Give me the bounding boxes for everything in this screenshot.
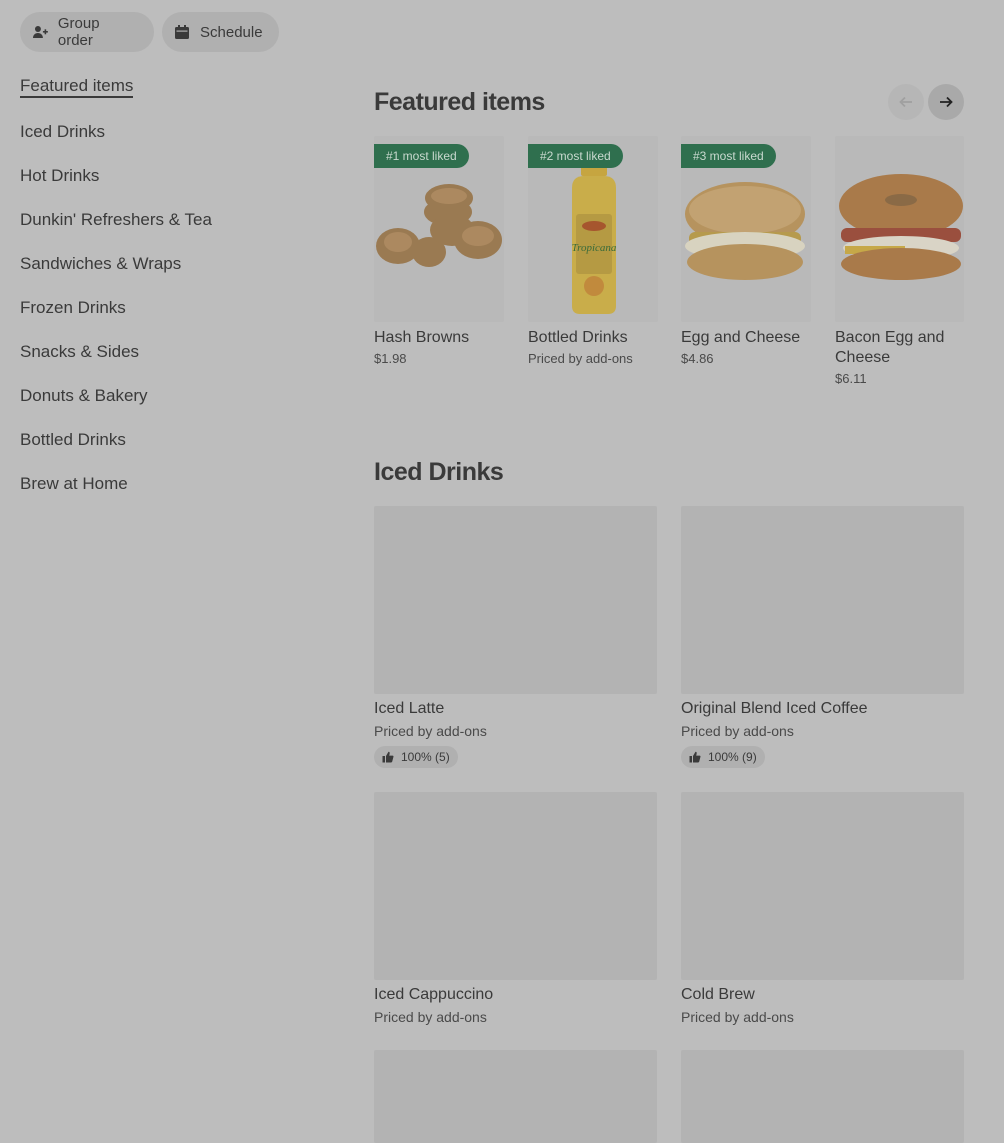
rating-text: 100% (9)	[708, 750, 757, 764]
sidebar-item-snacks-sides[interactable]: Snacks & Sides	[20, 338, 320, 382]
item-price: Priced by add-ons	[374, 1009, 487, 1025]
rating-text: 100% (5)	[401, 750, 450, 764]
item-price: Priced by add-ons	[681, 723, 794, 739]
menu-item-card[interactable]	[374, 1050, 657, 1143]
schedule-label: Schedule	[200, 23, 263, 41]
menu-item-card[interactable]	[681, 1050, 964, 1143]
sidebar-item-label: Donuts & Bakery	[20, 386, 148, 405]
sidebar-item-sandwiches-wraps[interactable]: Sandwiches & Wraps	[20, 250, 320, 294]
add-person-icon	[32, 26, 48, 38]
category-sidebar: Featured items Iced Drinks Hot Drinks Du…	[20, 72, 320, 514]
featured-item-card[interactable]: #3 most liked Egg and Cheese $4.86	[681, 136, 811, 368]
menu-item-card[interactable]: Cold Brew Priced by add-ons	[681, 792, 964, 1026]
arrow-left-icon	[899, 96, 912, 108]
sidebar-item-label: Iced Drinks	[20, 122, 106, 141]
item-price: $6.11	[835, 371, 867, 386]
item-price: $4.86	[681, 351, 714, 366]
featured-item-card[interactable]: Tropicana #2 most liked Bottled Drinks P…	[528, 136, 658, 368]
item-image-placeholder	[681, 506, 964, 694]
sidebar-item-bottled-drinks[interactable]: Bottled Drinks	[20, 426, 320, 470]
item-name: Iced Cappuccino	[374, 986, 494, 1003]
sidebar-item-label: Snacks & Sides	[20, 342, 140, 361]
item-image: Tropicana #2 most liked	[528, 136, 658, 322]
group-order-label: Group order	[57, 15, 100, 49]
most-liked-badge: #1 most liked	[374, 144, 469, 168]
item-price: Priced by add-ons	[374, 723, 487, 739]
item-image-placeholder	[374, 506, 657, 694]
sidebar-item-hot-drinks[interactable]: Hot Drinks	[20, 162, 320, 206]
item-price: $1.98	[374, 351, 407, 366]
sidebar-item-label: Bottled Drinks	[20, 430, 126, 449]
group-order-button[interactable]: Group order	[20, 12, 154, 52]
sidebar-item-refreshers-tea[interactable]: Dunkin' Refreshers & Tea	[20, 206, 320, 250]
calendar-icon	[175, 25, 189, 39]
menu-item-card[interactable]: Iced Cappuccino Priced by add-ons	[374, 792, 657, 1026]
item-image: #3 most liked	[681, 136, 811, 322]
featured-item-card[interactable]: #1 most liked Hash Browns $1.98	[374, 136, 504, 368]
schedule-button[interactable]: Schedule	[162, 12, 279, 52]
thumbs-up-icon	[382, 751, 394, 763]
most-liked-badge: #2 most liked	[528, 144, 623, 168]
sidebar-item-label: Hot Drinks	[20, 166, 100, 185]
item-name: Hash Browns	[374, 329, 470, 346]
carousel-prev-button[interactable]	[888, 84, 924, 120]
featured-section-title: Featured items	[374, 88, 545, 116]
sidebar-item-label: Frozen Drinks	[20, 298, 126, 317]
item-name: Egg and Cheese	[681, 329, 801, 346]
item-price: Priced by add-ons	[681, 1009, 794, 1025]
item-name: Original Blend Iced Coffee	[681, 700, 868, 717]
menu-item-card[interactable]: Iced Latte Priced by add-ons 100% (5)	[374, 506, 657, 768]
svg-text:Tropicana: Tropicana	[572, 242, 617, 254]
item-name: Bacon Egg and Cheese	[835, 329, 945, 366]
item-image-placeholder	[374, 1050, 657, 1143]
sidebar-item-iced-drinks[interactable]: Iced Drinks	[20, 118, 320, 162]
sidebar-item-brew-at-home[interactable]: Brew at Home	[20, 470, 320, 514]
sidebar-item-label: Brew at Home	[20, 474, 128, 493]
rating-badge: 100% (5)	[374, 746, 458, 768]
item-price: Priced by add-ons	[528, 351, 633, 366]
featured-item-card[interactable]: Bacon Egg and Cheese $6.11	[835, 136, 965, 388]
sidebar-item-frozen-drinks[interactable]: Frozen Drinks	[20, 294, 320, 338]
item-name: Cold Brew	[681, 986, 755, 1003]
rating-badge: 100% (9)	[681, 746, 765, 768]
item-image-placeholder	[681, 792, 964, 980]
item-image	[835, 136, 964, 322]
bacon-egg-cheese-bagel-image	[839, 174, 963, 280]
sidebar-item-label: Featured items	[20, 76, 134, 98]
iced-drinks-section-title: Iced Drinks	[374, 458, 504, 486]
menu-item-card[interactable]: Original Blend Iced Coffee Priced by add…	[681, 506, 964, 768]
item-image-placeholder	[374, 792, 657, 980]
item-name: Bottled Drinks	[528, 329, 628, 346]
sidebar-item-donuts-bakery[interactable]: Donuts & Bakery	[20, 382, 320, 426]
arrow-right-icon	[940, 96, 953, 108]
item-name: Iced Latte	[374, 700, 445, 717]
carousel-next-button[interactable]	[928, 84, 964, 120]
item-image-placeholder	[681, 1050, 964, 1143]
sidebar-item-label: Dunkin' Refreshers & Tea	[20, 210, 212, 229]
item-image: #1 most liked	[374, 136, 504, 322]
sidebar-item-label: Sandwiches & Wraps	[20, 254, 182, 273]
sidebar-item-featured-items[interactable]: Featured items	[20, 72, 320, 118]
most-liked-badge: #3 most liked	[681, 144, 776, 168]
thumbs-up-icon	[689, 751, 701, 763]
